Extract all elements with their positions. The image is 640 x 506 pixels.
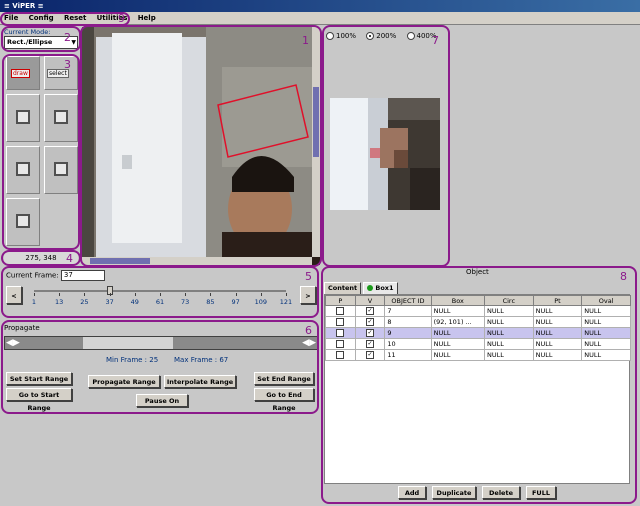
window-title-bar: ≡ ViPER ≡ — [0, 0, 640, 12]
annotation-8: 8 — [620, 270, 627, 283]
annotation-9: 9 — [118, 12, 125, 25]
annotation-7: 7 — [432, 34, 439, 47]
annotation-ring-5 — [1, 266, 319, 318]
annotation-ring-9 — [0, 12, 130, 26]
annotation-ring-8 — [321, 266, 637, 504]
menu-help[interactable]: Help — [134, 12, 160, 25]
annotation-2: 2 — [64, 31, 71, 44]
annotation-ring-1 — [80, 25, 322, 267]
annotation-ring-7 — [322, 25, 450, 267]
annotation-ring-6 — [1, 320, 319, 414]
annotation-4: 4 — [66, 252, 73, 265]
annotation-ring-3 — [2, 54, 80, 250]
annotation-6: 6 — [305, 324, 312, 337]
annotation-1: 1 — [302, 34, 309, 47]
annotation-3: 3 — [64, 58, 71, 71]
window-title: ≡ ViPER ≡ — [4, 2, 44, 10]
annotation-5: 5 — [305, 270, 312, 283]
